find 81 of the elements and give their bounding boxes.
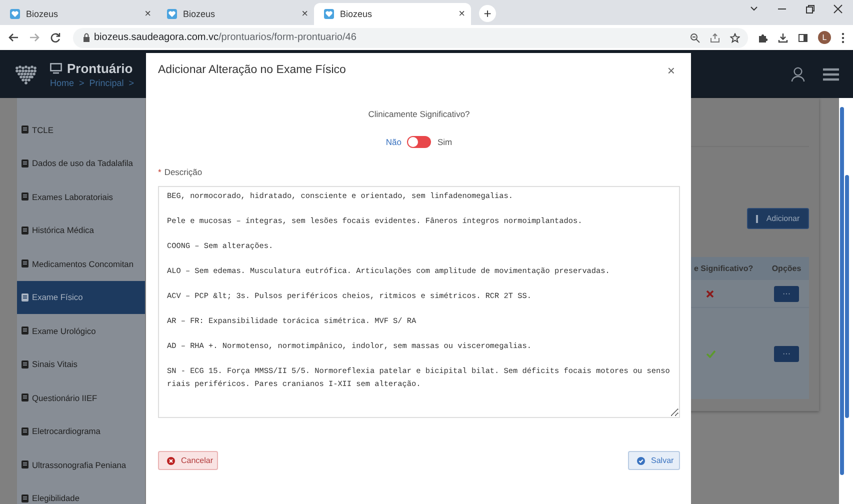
cancel-button[interactable]: Cancelar [158,451,218,470]
reload-icon[interactable] [50,32,61,43]
tab-title: Biozeus [26,9,60,19]
check-circle-icon [637,456,645,464]
breadcrumb-link[interactable]: Home [50,78,74,88]
address-bar[interactable]: biozeus.saudeagora.com.vc/prontuarios/form-prontuario/46 [73,28,748,48]
heart-icon [10,9,20,19]
sidebar-item[interactable]: Questionário IIEF [17,381,145,414]
options-button[interactable]: ··· [774,286,799,302]
document-icon [21,192,29,202]
close-icon[interactable]: × [144,8,151,20]
sidebar-item[interactable]: Exames Laboratoriais [17,180,145,214]
scrollbar-thumb[interactable] [845,175,849,418]
download-icon[interactable] [778,32,788,42]
sidebar-item[interactable]: Elegibilidade [17,482,145,504]
modal-title: Adicionar Alteração no Exame Físico [158,64,346,76]
sidebar-item[interactable]: Ultrassonografia Peniana [17,448,145,482]
dotted-heart-logo-icon [14,64,38,84]
chevron-down-icon[interactable] [749,4,759,14]
breadcrumb-separator: > [79,78,84,88]
scrollbar-thumb[interactable] [840,107,844,475]
zoom-out-icon[interactable] [690,32,700,42]
sidebar-item[interactable]: Dados de uso da Tadalafila [17,146,145,180]
document-icon [21,360,29,369]
monitor-icon [50,62,62,74]
close-icon[interactable]: × [458,8,465,20]
heart-icon [167,9,177,19]
restore-icon[interactable] [805,4,815,14]
side-panel-icon[interactable] [798,32,808,42]
document-icon [21,226,29,235]
sidebar-item[interactable]: Exame Urológico [17,314,145,348]
question-label: Clinicamente Significativo? [368,109,470,119]
puzzle-icon[interactable] [758,32,768,42]
new-tab-button[interactable]: + [479,5,496,22]
required-mark: * [158,167,162,177]
field-label: Descrição [164,167,202,177]
cancel-circle-icon [167,456,175,464]
save-button[interactable]: Salvar [628,451,680,470]
column-header: Opções [770,264,802,273]
document-icon [21,292,29,302]
document-icon [21,259,29,268]
browser-tab[interactable]: Biozeus × [0,3,157,25]
close-icon[interactable]: × [302,8,308,20]
sidebar-item[interactable]: Eletrocardiograma [17,414,145,448]
document-icon [21,426,29,436]
document-icon [21,393,29,402]
close-button[interactable]: × [662,62,680,78]
lock-icon [83,33,90,42]
profile-avatar[interactable]: L [818,31,831,44]
browser-tab[interactable]: Biozeus × [314,3,471,25]
back-arrow-icon[interactable] [8,32,19,43]
sidebar-item[interactable]: TCLE [17,113,145,146]
breadcrumb-link[interactable]: Principal [89,78,124,88]
toggle-label: Não [386,137,402,147]
browser-tab[interactable]: Biozeus × [157,3,314,25]
tab-title: Biozeus [340,9,374,19]
column-header: e Significativo? [693,264,754,273]
document-icon [21,326,29,336]
star-icon[interactable] [730,32,740,42]
breadcrumb-separator: > [128,78,134,88]
user-icon[interactable] [791,66,805,82]
url-text: biozeus.saudeagora.com.vc/prontuarios/form-prontuario/46 [94,32,356,43]
menu-icon[interactable] [823,68,839,80]
document-icon [21,125,29,134]
add-button[interactable]: Adicionar [747,208,809,229]
document-icon [21,460,29,470]
more-menu-icon[interactable] [841,32,845,44]
sidebar-item[interactable]: Sinais Vitais [17,348,145,381]
sidebar-item[interactable]: Medicamentos Concomitan [17,247,145,280]
close-icon[interactable] [833,4,843,14]
sidebar-item[interactable]: Exame Físico [17,280,145,314]
toggle-label: Sim [437,137,452,147]
document-icon [21,158,29,168]
heart-icon [324,9,334,19]
tab-title: Biozeus [183,9,216,19]
page-title: Prontuário [67,60,133,76]
bar-icon [756,214,758,222]
sidebar-item[interactable]: Histórica Médica [17,214,145,247]
toggle-switch[interactable] [407,136,432,148]
options-button[interactable]: ··· [774,346,799,362]
share-icon[interactable] [710,32,720,42]
